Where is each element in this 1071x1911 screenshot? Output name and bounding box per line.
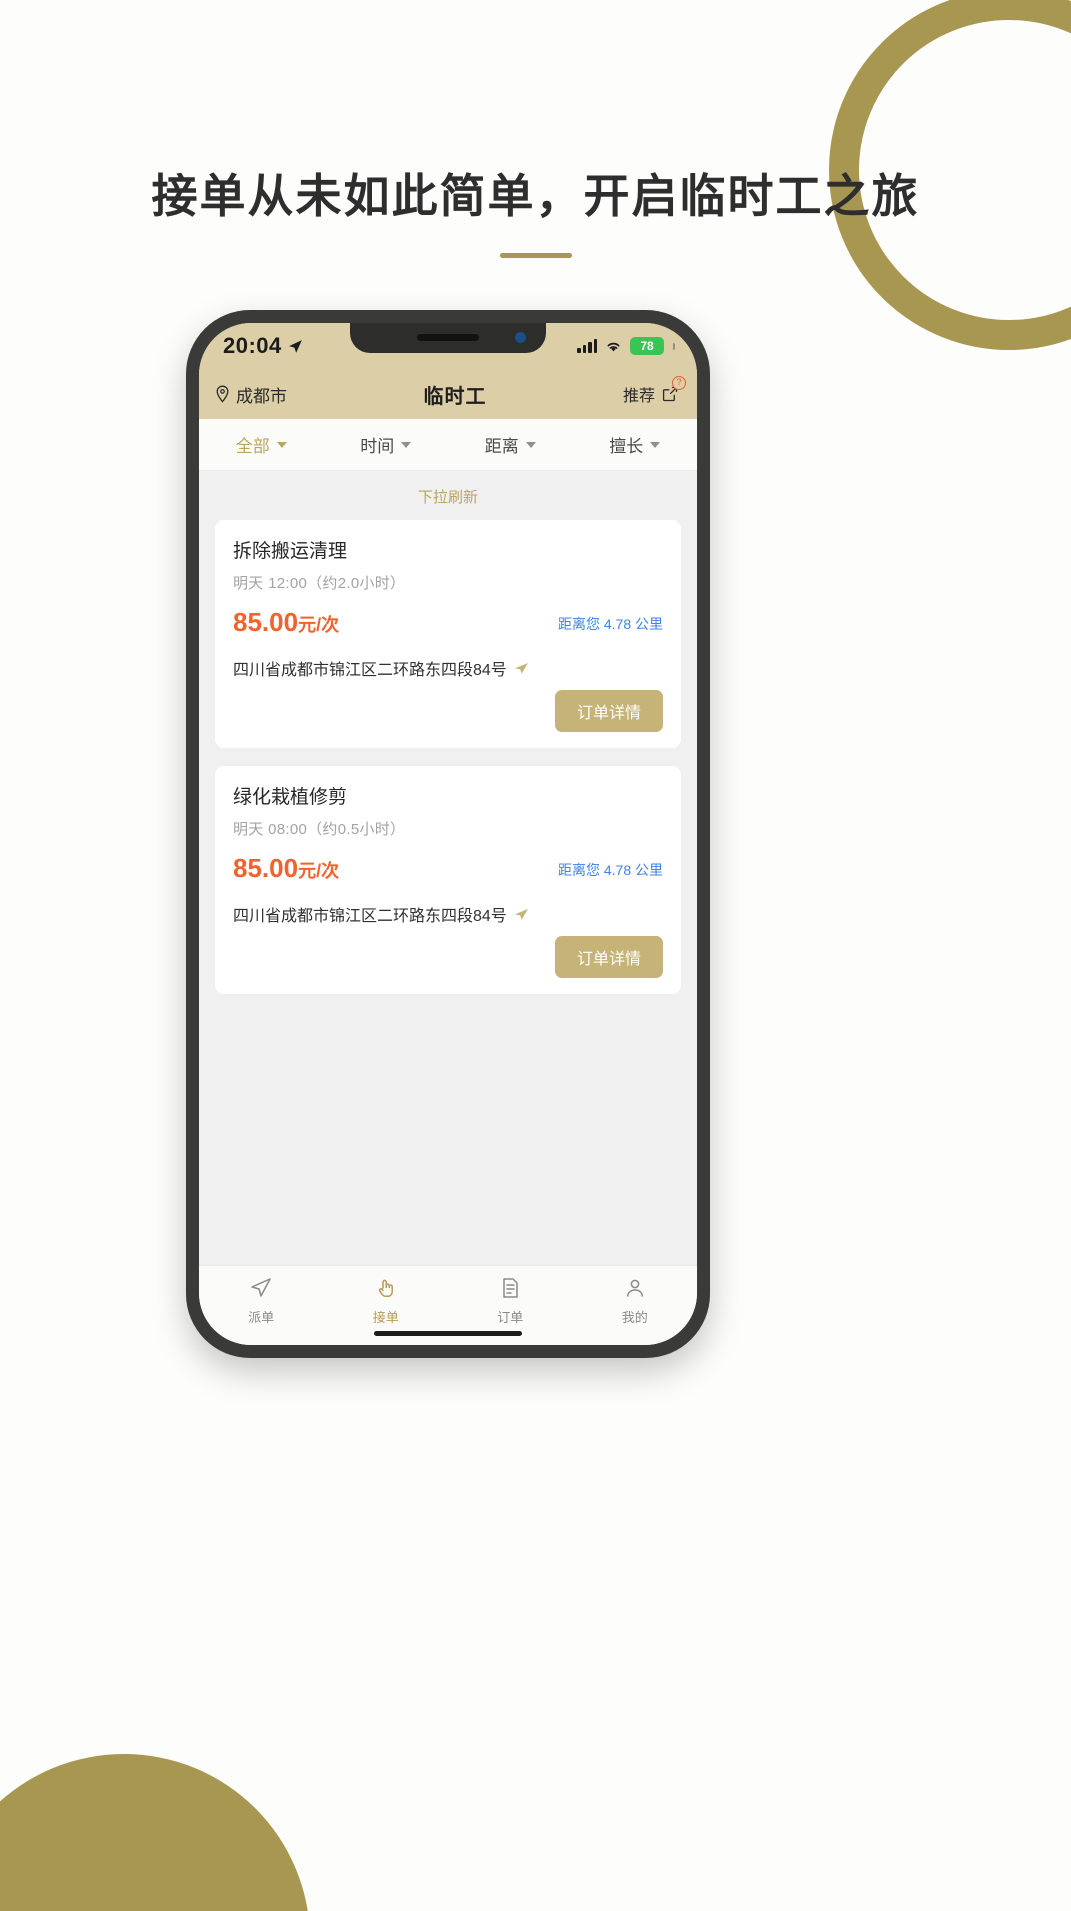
navbar-actions[interactable]: 推荐 ? xyxy=(623,376,686,406)
battery-level-badge: 78 xyxy=(630,337,664,355)
help-badge-icon[interactable]: ? xyxy=(671,376,686,390)
tab-accept[interactable]: 接单 xyxy=(324,1275,449,1326)
filter-all-label: 全部 xyxy=(235,437,270,456)
navigate-arrow-icon[interactable] xyxy=(513,660,529,676)
home-indicator[interactable] xyxy=(374,1331,522,1336)
location-arrow-icon xyxy=(288,339,302,353)
filter-distance[interactable]: 距离 xyxy=(448,432,573,457)
order-distance: 距离您 4.78 公里 xyxy=(557,862,663,878)
chevron-down-icon xyxy=(525,441,536,448)
wifi-icon xyxy=(607,342,620,351)
order-address: 四川省成都市锦江区二环路东四段84号 xyxy=(233,662,507,679)
order-schedule: 明天 12:00（约2.0小时） xyxy=(233,575,406,592)
status-bar-right: 78 xyxy=(577,337,675,355)
chevron-down-icon xyxy=(650,441,661,448)
navigate-arrow-icon[interactable] xyxy=(513,906,529,922)
phone-notch xyxy=(350,323,546,353)
location-pin-icon xyxy=(216,385,229,403)
order-price: 85.00元/次 xyxy=(233,853,339,884)
order-schedule: 明天 08:00（约0.5小时） xyxy=(233,821,406,838)
order-price: 85.00元/次 xyxy=(233,607,339,638)
recommend-label[interactable]: 推荐 xyxy=(623,382,655,406)
chevron-down-icon xyxy=(401,441,412,448)
battery-cap-icon xyxy=(672,342,675,350)
tab-dispatch-label: 派单 xyxy=(248,1310,275,1325)
order-price-row: 85.00元/次 距离您 4.78 公里 xyxy=(233,607,663,638)
order-address-row[interactable]: 四川省成都市锦江区二环路东四段84号 xyxy=(233,656,663,680)
phone-screen: 20:04 78 成都市 临时工 推荐 ? 全部 时间 距离 擅长 下拉刷新 拆… xyxy=(199,323,697,1345)
page-title: 接单从未如此简单，开启临时工之旅 xyxy=(151,170,920,222)
order-list-scroll[interactable]: 下拉刷新 拆除搬运清理 明天 12:00（约2.0小时） 85.00元/次 距离… xyxy=(199,471,697,1265)
tab-orders-label: 订单 xyxy=(497,1310,524,1325)
tab-profile[interactable]: 我的 xyxy=(573,1275,698,1326)
order-card[interactable]: 拆除搬运清理 明天 12:00（约2.0小时） 85.00元/次 距离您 4.7… xyxy=(215,520,681,748)
hand-tap-icon xyxy=(374,1275,398,1301)
cellular-signal-icon xyxy=(577,339,597,353)
tab-accept-label: 接单 xyxy=(372,1310,399,1325)
order-detail-button[interactable]: 订单详情 xyxy=(554,690,663,732)
order-title: 拆除搬运清理 xyxy=(233,541,348,562)
filter-distance-label: 距离 xyxy=(484,437,519,456)
order-price-amount: 85.00 xyxy=(233,607,299,637)
order-price-unit: 元/次 xyxy=(298,615,340,635)
order-price-row: 85.00元/次 距离您 4.78 公里 xyxy=(233,853,663,884)
order-address-row[interactable]: 四川省成都市锦江区二环路东四段84号 xyxy=(233,902,663,926)
status-time: 20:04 xyxy=(223,333,282,358)
front-camera-icon xyxy=(515,332,526,343)
phone-mockup-frame: 20:04 78 成都市 临时工 推荐 ? 全部 时间 距离 擅长 下拉刷新 拆… xyxy=(186,310,710,1358)
pull-to-refresh-text: 下拉刷新 xyxy=(417,489,478,506)
tab-profile-label: 我的 xyxy=(621,1310,648,1325)
earpiece-speaker-icon xyxy=(417,334,479,341)
order-detail-button[interactable]: 订单详情 xyxy=(554,936,663,978)
city-name: 成都市 xyxy=(236,386,287,406)
order-card[interactable]: 绿化栽植修剪 明天 08:00（约0.5小时） 85.00元/次 距离您 4.7… xyxy=(215,766,681,994)
title-underline-rule xyxy=(499,253,572,258)
filter-all[interactable]: 全部 xyxy=(199,432,324,457)
user-profile-icon xyxy=(623,1275,647,1301)
filter-bar: 全部 时间 距离 擅长 xyxy=(199,419,697,471)
receipt-list-icon xyxy=(498,1275,522,1301)
filter-skill[interactable]: 擅长 xyxy=(573,432,698,457)
order-action-row: 订单详情 xyxy=(233,690,663,732)
send-paper-plane-icon xyxy=(249,1275,273,1301)
filter-time-label: 时间 xyxy=(360,437,395,456)
filter-time[interactable]: 时间 xyxy=(324,432,449,457)
tab-orders[interactable]: 订单 xyxy=(448,1275,573,1326)
poster-canvas: 接单从未如此简单，开启临时工之旅 20:04 78 成都市 临时工 推荐 ? 全… xyxy=(0,0,1071,1911)
order-action-row: 订单详情 xyxy=(233,936,663,978)
chevron-down-icon xyxy=(276,441,287,448)
order-address: 四川省成都市锦江区二环路东四段84号 xyxy=(233,908,507,925)
order-price-amount: 85.00 xyxy=(233,853,299,883)
navbar-title: 临时工 xyxy=(423,385,487,408)
decorative-gold-circle xyxy=(0,1754,310,1911)
city-selector[interactable]: 成都市 xyxy=(215,382,287,407)
app-navbar: 成都市 临时工 推荐 ? xyxy=(199,369,697,419)
order-title: 绿化栽植修剪 xyxy=(233,787,348,808)
tab-dispatch[interactable]: 派单 xyxy=(199,1275,324,1326)
status-bar-left: 20:04 xyxy=(223,333,304,359)
filter-skill-label: 擅长 xyxy=(609,437,644,456)
order-price-unit: 元/次 xyxy=(298,861,340,881)
order-distance: 距离您 4.78 公里 xyxy=(557,616,663,632)
